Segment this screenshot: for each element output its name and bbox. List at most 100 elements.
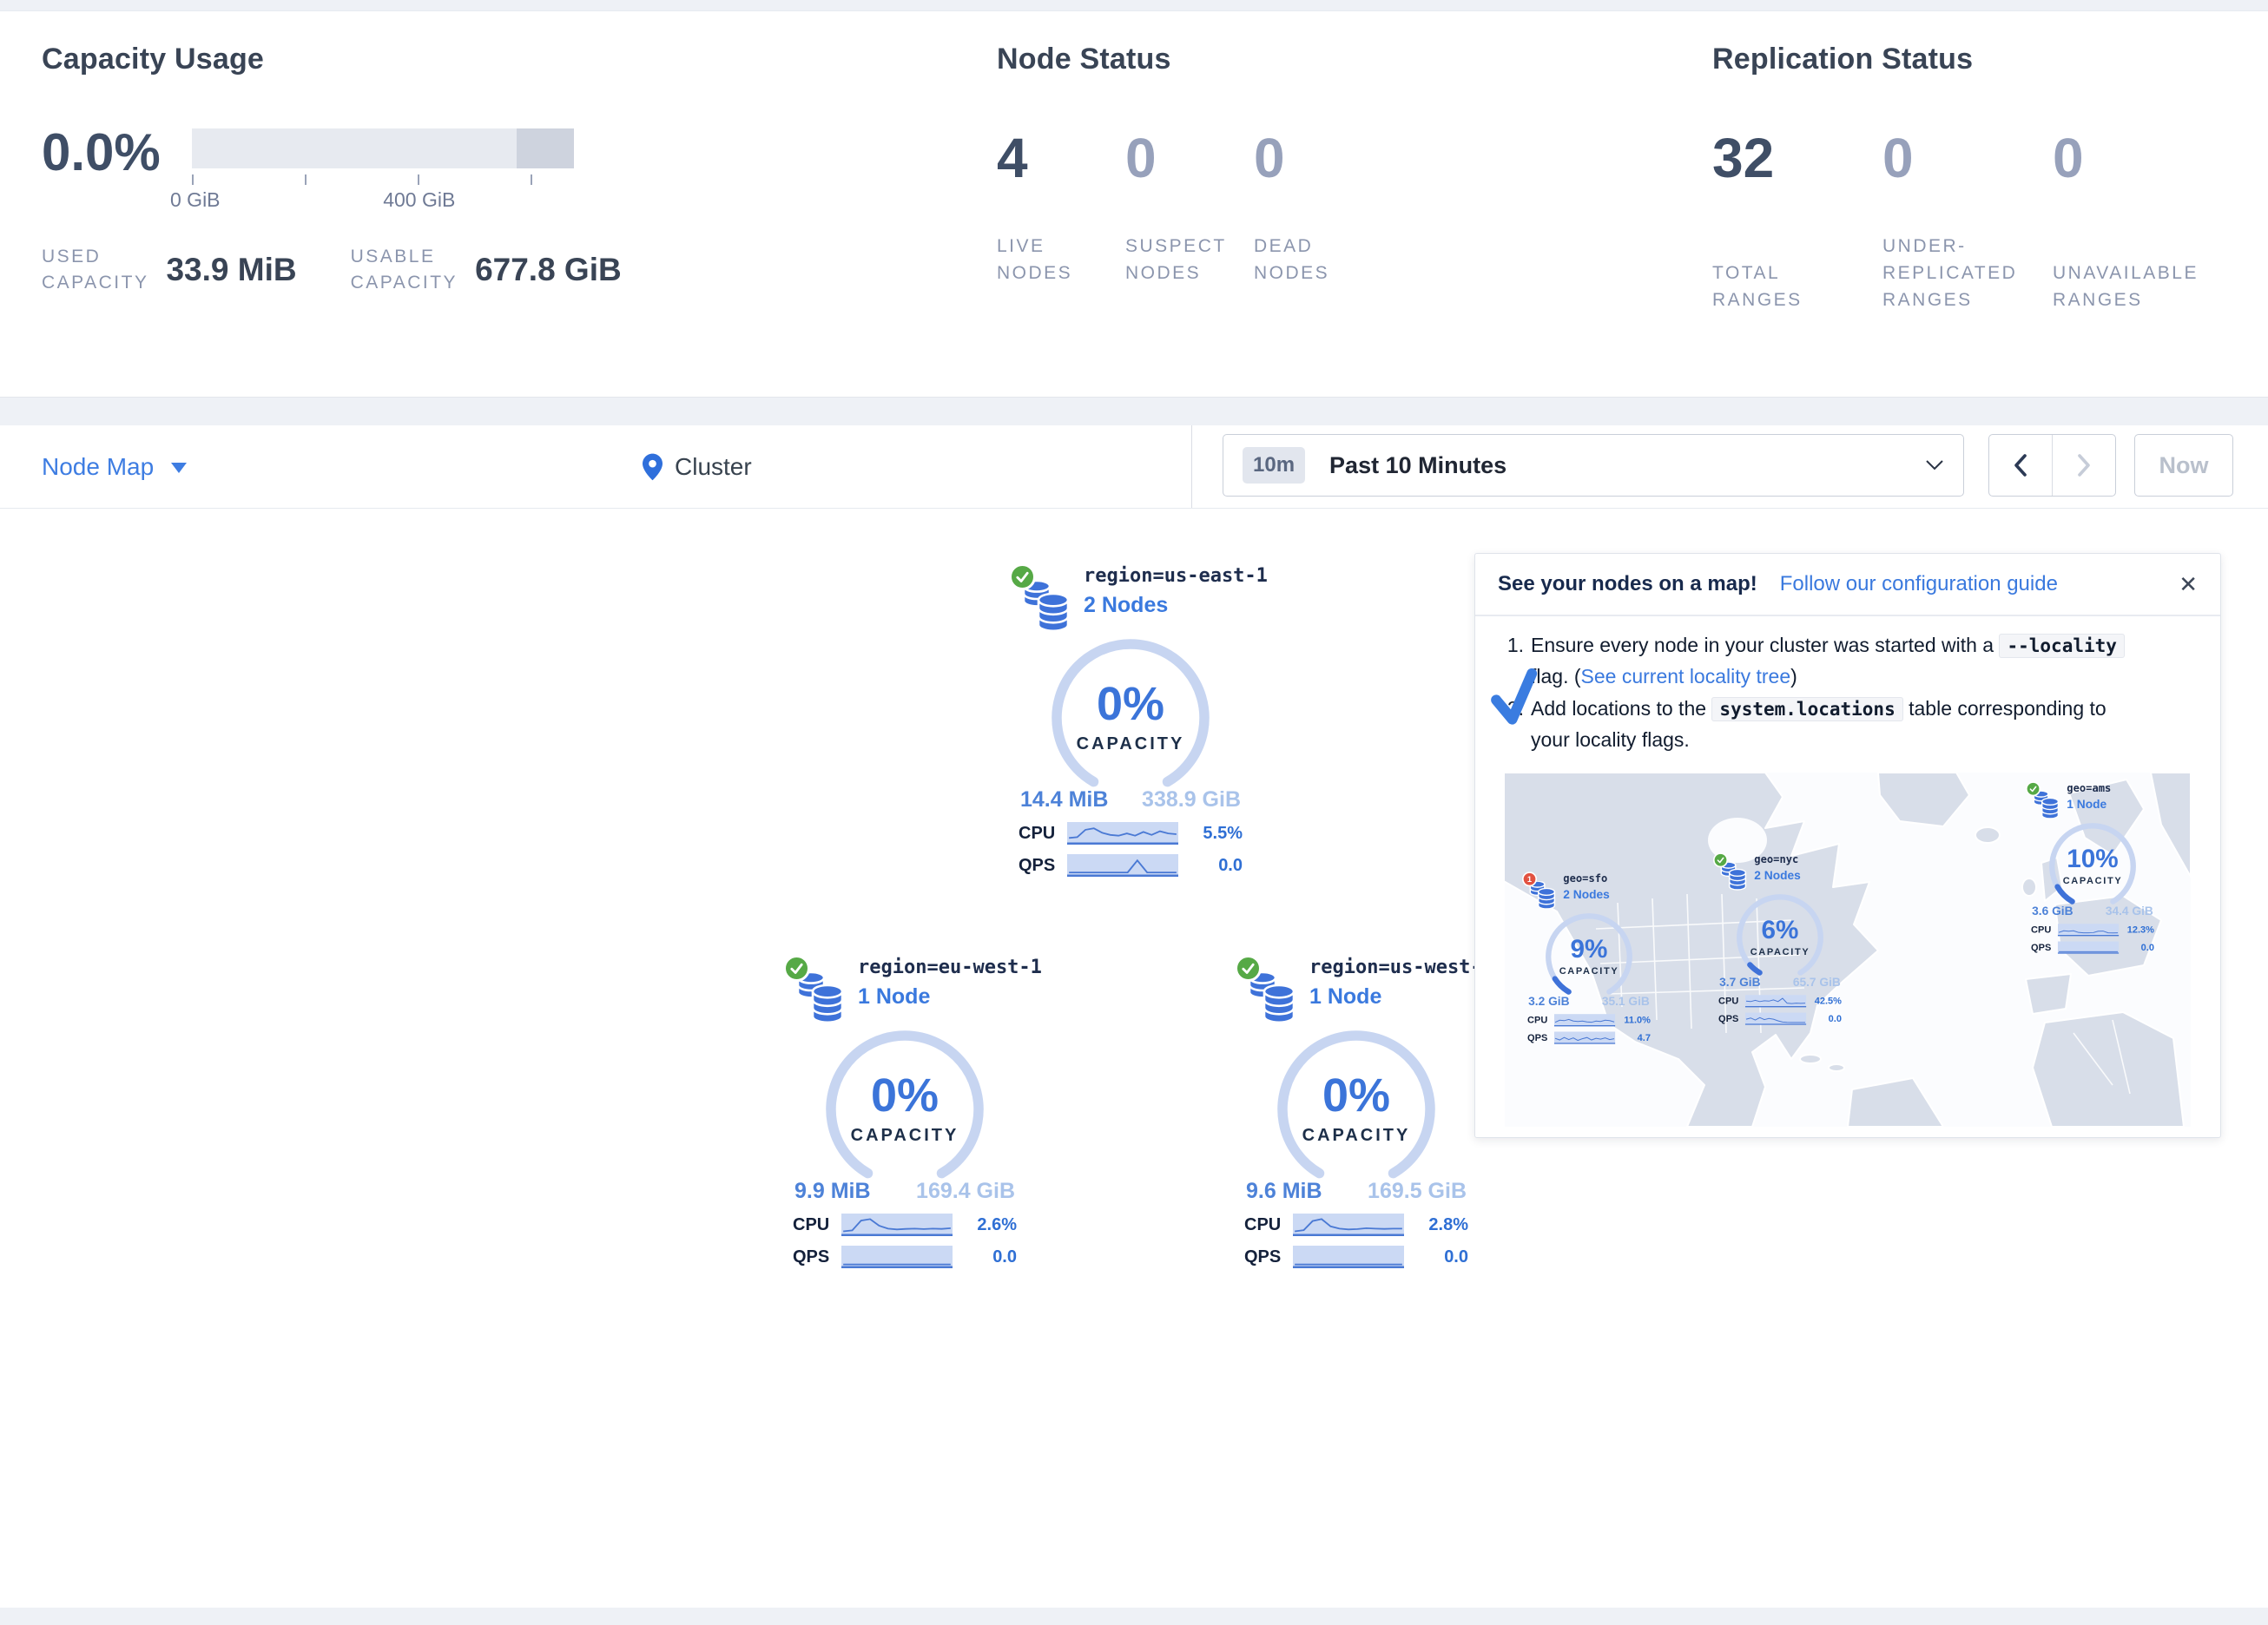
bottom-strip <box>0 1608 2268 1625</box>
cpu-metric: CPU42.5% <box>1718 995 1842 1007</box>
capacity-gauge-block: 0% CAPACITY <box>813 1024 997 1186</box>
capacity-percent: 9% <box>1539 936 1640 963</box>
locality-label: geo=nyc <box>1754 853 1800 865</box>
node-count-link[interactable]: 1 Node <box>1309 984 1493 1010</box>
replication-status-title: Replication Status <box>1712 43 2223 76</box>
capacity-scale-mid: 400 GiB <box>376 188 463 212</box>
time-range-dropdown[interactable]: 10m Past 10 Minutes <box>1223 434 1964 497</box>
node-count-link[interactable]: 2 Nodes <box>1754 869 1800 883</box>
sparkline-chart <box>1554 1031 1615 1043</box>
node-card-geo=ams[interactable]: geo=ams1 Node10%CAPACITY3.6 GiB34.4 GiBC… <box>2026 780 2159 954</box>
locality-tree-link[interactable]: See current locality tree <box>1581 665 1791 688</box>
cpu-value: 2.8% <box>1428 1215 1468 1235</box>
suspect-nodes-label: SUSPECT NODES <box>1125 233 1254 286</box>
cpu-metric: CPU5.5% <box>1019 822 1243 845</box>
database-icon <box>1720 862 1748 891</box>
qps-value: 0.0 <box>1444 1247 1468 1267</box>
now-button[interactable]: Now <box>2134 434 2233 497</box>
node-card-region=eu-west-1[interactable]: region=eu-west-11 Node0%CAPACITY9.9 MiB1… <box>783 951 1026 1268</box>
qps-label: QPS <box>1019 856 1065 876</box>
sparkline-chart <box>1554 1014 1615 1026</box>
capacity-gauge-block: 0%CAPACITY <box>1038 633 1223 794</box>
checkmark-icon <box>1491 668 1541 727</box>
capacity-percent: 6% <box>1730 917 1831 944</box>
qps-metric: QPS4.7 <box>1527 1031 1651 1043</box>
time-range-badge: 10m <box>1243 447 1305 484</box>
qps-metric: QPS0.0 <box>1718 1012 1842 1024</box>
breadcrumb-label: Cluster <box>675 453 752 481</box>
healthy-status-icon <box>1235 955 1262 982</box>
sparkline-chart <box>2058 924 2119 936</box>
node-card-header: geo=nyc 2 Nodes <box>1713 851 1847 890</box>
node-count-link[interactable]: 2 Nodes <box>1084 593 1268 618</box>
capacity-bar-track <box>192 128 574 168</box>
cpu-label: CPU <box>1244 1215 1291 1235</box>
popup-header: See your nodes on a map! Follow our conf… <box>1475 554 2220 616</box>
database-icon <box>1248 972 1298 1024</box>
capacity-scale-start: 0 GiB <box>169 188 221 212</box>
node-card-geo=nyc[interactable]: geo=nyc2 Nodes6%CAPACITY3.7 GiB65.7 GiBC… <box>1713 851 1847 1025</box>
configuration-guide-link[interactable]: Follow our configuration guide <box>1780 572 2058 596</box>
sparkline-chart <box>841 1214 953 1236</box>
locality-flag-code: --locality <box>1999 634 2124 658</box>
qps-metric: QPS 0.0 <box>793 1246 1017 1268</box>
node-status-title: Node Status <box>997 43 1382 76</box>
usable-capacity-label: USABLE CAPACITY <box>351 244 458 296</box>
capacity-label: CAPACITY <box>2042 875 2144 886</box>
close-icon[interactable]: ✕ <box>2179 571 2198 598</box>
node-card-header: geo=ams 1 Node <box>2026 780 2159 819</box>
capacity-gauge-block: 6% CAPACITY <box>1730 891 1831 979</box>
qps-label: QPS <box>1527 1032 1553 1043</box>
time-next-button[interactable] <box>2052 435 2115 496</box>
node-count-link[interactable]: 1 Node <box>2067 798 2111 812</box>
capacity-label: CAPACITY <box>1539 965 1640 977</box>
locality-label: geo=sfo <box>1563 872 1609 885</box>
cpu-metric: CPU12.3% <box>2031 924 2154 936</box>
capacity-usage-title: Capacity Usage <box>42 43 622 76</box>
healthy-status-icon <box>2026 781 2041 796</box>
location-pin-icon <box>643 453 663 481</box>
total-ranges-value: 32 <box>1712 130 1882 186</box>
node-count-link[interactable]: 1 Node <box>858 984 1042 1010</box>
cpu-metric: CPU11.0% <box>1527 1014 1651 1026</box>
cpu-value: 5.5% <box>1203 824 1243 844</box>
capacity-percent-value: 0.0% <box>42 127 161 179</box>
database-icon <box>1022 581 1072 633</box>
locality-label: geo=ams <box>2067 782 2111 794</box>
qps-metric: QPS0.0 <box>1244 1246 1468 1268</box>
system-locations-code: system.locations <box>1711 697 1902 721</box>
popup-title: See your nodes on a map! <box>1498 572 1757 596</box>
cpu-value: 11.0% <box>1624 1015 1651 1026</box>
node-card-region=us-west-1[interactable]: region=us-west-11 Node0%CAPACITY9.6 MiB1… <box>1235 951 1478 1268</box>
qps-label: QPS <box>1718 1013 1744 1024</box>
capacity-label: CAPACITY <box>1264 1126 1448 1146</box>
node-card-header: 1geo=sfo2 Nodes <box>1522 870 1656 909</box>
time-prev-button[interactable] <box>1989 435 2052 496</box>
capacity-label: CAPACITY <box>813 1126 997 1146</box>
time-nav-buttons <box>1988 434 2116 497</box>
qps-value: 0.0 <box>992 1247 1017 1267</box>
node-card-geo=sfo[interactable]: 1geo=sfo2 Nodes9%CAPACITY3.2 GiB35.1 GiB… <box>1522 870 1656 1044</box>
node-card-region=us-east-1[interactable]: region=us-east-12 Nodes0%CAPACITY14.4 Mi… <box>1009 560 1252 877</box>
locality-label: region=us-east-1 <box>1084 565 1268 587</box>
healthy-status-icon <box>1713 852 1728 867</box>
total-ranges-label: TOTAL RANGES <box>1712 260 1882 313</box>
capacity-label: CAPACITY <box>1730 946 1831 957</box>
qps-label: QPS <box>793 1247 840 1267</box>
qps-metric: QPS0.0 <box>2031 941 2154 953</box>
sparkline-chart <box>1293 1214 1404 1236</box>
qps-value: 0.0 <box>2141 942 2154 953</box>
cpu-metric: CPU 2.8% <box>1244 1214 1468 1236</box>
sparkline-chart <box>1745 995 1806 1007</box>
time-range-label: Past 10 Minutes <box>1329 452 1507 479</box>
capacity-gauge-block: 10%CAPACITY <box>2042 819 2144 908</box>
node-count-link[interactable]: 2 Nodes <box>1563 888 1609 902</box>
under-replicated-ranges-value: 0 <box>1882 130 2053 186</box>
capacity-label: CAPACITY <box>1038 734 1223 754</box>
locality-setup-popup: See your nodes on a map! Follow our conf… <box>1474 553 2221 1138</box>
sparkline-chart <box>1293 1246 1404 1268</box>
breadcrumb[interactable]: Cluster <box>643 453 752 481</box>
dead-nodes-value: 0 <box>1254 130 1382 186</box>
view-selector-dropdown[interactable]: Node Map <box>42 453 187 481</box>
capacity-percent: 0% <box>813 1071 997 1121</box>
